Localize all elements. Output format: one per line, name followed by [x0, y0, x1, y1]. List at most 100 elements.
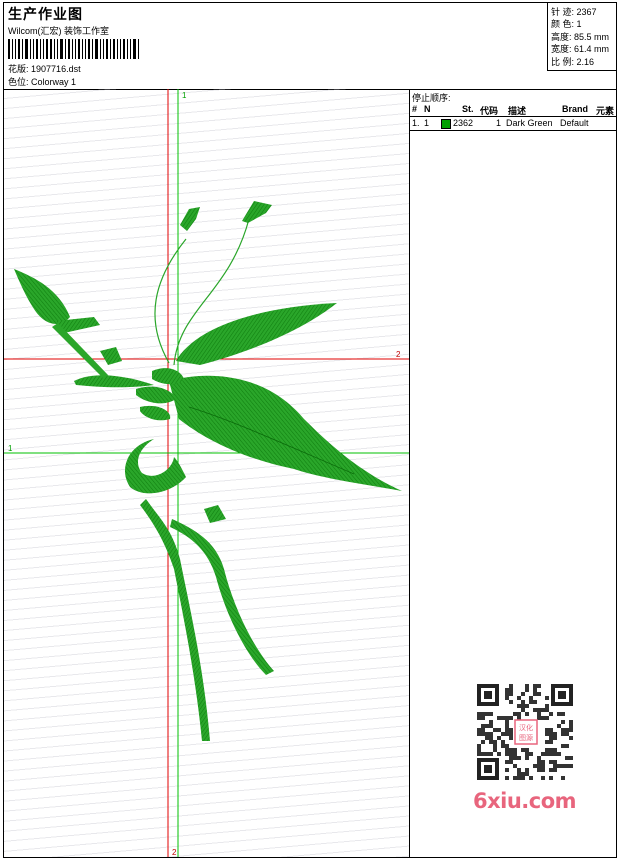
qr-module: [521, 708, 525, 712]
qr-module: [509, 732, 513, 736]
qr-module: [513, 776, 517, 780]
qr-module: [517, 756, 521, 760]
row-desc: Dark Green: [506, 118, 553, 128]
qr-module: [545, 704, 549, 708]
barcode-bar: [117, 39, 118, 59]
qr-module: [505, 728, 509, 732]
qr-module: [537, 684, 541, 688]
qr-module: [537, 708, 541, 712]
barcode-bar: [8, 39, 10, 59]
stop-sequence-heading: 停止顺序:: [412, 93, 451, 103]
insect-design: [14, 201, 402, 741]
qr-module: [541, 752, 545, 756]
guide-label-bottom: 2: [172, 848, 177, 857]
col-brand: Brand: [562, 104, 589, 114]
barcode-bar: [120, 39, 121, 59]
qr-module: [481, 724, 485, 728]
qr-module: [505, 752, 509, 756]
col-n: N: [424, 104, 431, 114]
qr-label-top: 汉化: [519, 723, 533, 732]
qr-module: [545, 732, 549, 736]
qr-module: [489, 752, 493, 756]
qr-module: [553, 768, 557, 772]
qr-module: [569, 764, 573, 768]
qr-module: [549, 760, 553, 764]
qr-module: [501, 716, 505, 720]
qr-module: [545, 728, 549, 732]
qr-module: [509, 760, 513, 764]
design-canvas: 1 2 2 1: [4, 89, 410, 857]
qr-module: [521, 692, 525, 696]
watermark-text: 6xiu.com: [473, 789, 577, 813]
barcode-bar: [88, 39, 90, 59]
guide-label-right: 2: [396, 350, 401, 359]
stop-sequence-row[interactable]: 1. 1 2362 1 Dark Green Default: [410, 117, 616, 131]
row-code: 1: [496, 118, 502, 128]
embroidery-preview: 1 2 2 1: [4, 89, 409, 857]
qr-module: [517, 776, 521, 780]
qr-module: [505, 724, 509, 728]
barcode-bar: [123, 39, 125, 59]
barcode-bar: [60, 39, 63, 59]
col-desc: 描述: [508, 106, 527, 116]
qr-module: [569, 724, 573, 728]
qr-module: [517, 696, 521, 700]
barcode: [8, 39, 144, 59]
thread-color-swatch: [441, 119, 451, 129]
qr-module: [541, 708, 545, 712]
row-n: 1: [424, 118, 430, 128]
sheet-subtitle: Wilcom(汇宏) 装饰工作室: [8, 26, 109, 36]
barcode-bar: [33, 39, 34, 59]
qr-module: [549, 768, 553, 772]
colorway-name: Colorway 1: [31, 77, 77, 87]
barcode-bar: [92, 39, 93, 59]
qr-module: [553, 760, 557, 764]
design-file: 1907716.dst: [31, 64, 81, 74]
qr-module: [481, 728, 485, 732]
qr-module: [537, 760, 541, 764]
barcode-bar: [30, 39, 31, 59]
qr-module: [525, 748, 529, 752]
stat-scale: 比 例: 2.16: [551, 56, 595, 67]
qr-module: [521, 776, 525, 780]
qr-module: [553, 764, 557, 768]
qr-module: [561, 712, 565, 716]
qr-module: [477, 728, 481, 732]
sheet-title: 生产作业图: [8, 6, 83, 22]
qr-module: [569, 736, 573, 740]
qr-label-bottom: 图源: [519, 733, 533, 742]
colorway-label: 色位:: [8, 77, 29, 87]
qr-module: [537, 692, 541, 696]
qr-module: [561, 764, 565, 768]
qr-module: [481, 716, 485, 720]
qr-module: [565, 728, 569, 732]
qr-module: [489, 736, 493, 740]
col-num: #: [412, 104, 418, 114]
qr-module: [521, 704, 525, 708]
qr-module: [509, 692, 513, 696]
qr-module: [565, 764, 569, 768]
barcode-bar: [25, 39, 28, 59]
qr-module: [513, 756, 517, 760]
qr-module: [569, 756, 573, 760]
qr-module: [561, 744, 565, 748]
qr-module: [497, 716, 501, 720]
qr-module: [493, 748, 497, 752]
qr-module: [545, 708, 549, 712]
qr-module: [509, 684, 513, 688]
stat-width: 宽度: 61.4 mm: [551, 44, 610, 55]
barcode-bar: [103, 39, 104, 59]
qr-module: [561, 728, 565, 732]
qr-module: [541, 768, 545, 772]
qr-module: [509, 756, 513, 760]
qr-module: [505, 748, 509, 752]
barcode-bar: [40, 39, 41, 59]
qr-module: [477, 716, 481, 720]
barcode-bar: [18, 39, 20, 59]
qr-module: [477, 732, 481, 736]
qr-module: [477, 752, 481, 756]
stat-stitches: 针 迹: 2367: [551, 7, 597, 17]
qr-module: [501, 740, 505, 744]
qr-module: [545, 748, 549, 752]
qr-module: [557, 764, 561, 768]
